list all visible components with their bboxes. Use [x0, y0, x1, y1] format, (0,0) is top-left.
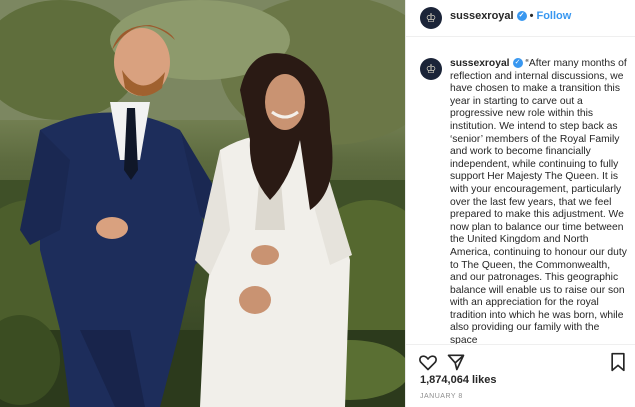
- post-caption: sussexroyal ✓ “After many months of refle…: [450, 58, 628, 348]
- post-header: ♔ sussexroyal ✓ • Follow: [406, 0, 635, 37]
- verified-badge-icon: ✓: [516, 11, 527, 22]
- heart-icon[interactable]: [418, 352, 438, 372]
- likes-count[interactable]: 1,874,064 likes: [420, 374, 496, 386]
- post-photo-illustration: [0, 0, 405, 407]
- verified-badge-icon: ✓: [512, 58, 523, 69]
- header-user-line: sussexroyal ✓ • Follow: [450, 10, 571, 22]
- crown-icon: ♔: [425, 11, 437, 25]
- caption-text: “After many months of reflection and int…: [450, 58, 627, 347]
- profile-avatar[interactable]: ♔: [420, 7, 442, 29]
- post-photo[interactable]: [0, 0, 405, 407]
- separator-dot: •: [529, 10, 534, 22]
- crown-icon: ♔: [425, 62, 437, 76]
- follow-button[interactable]: Follow: [536, 10, 571, 22]
- caption-avatar[interactable]: ♔: [420, 58, 442, 80]
- caption-username-link[interactable]: sussexroyal: [450, 58, 510, 69]
- username-link[interactable]: sussexroyal: [450, 10, 514, 22]
- bookmark-icon[interactable]: [609, 352, 627, 372]
- post-side-panel: ♔ sussexroyal ✓ • Follow ♔ sussexroyal ✓ “Af…: [405, 0, 635, 407]
- instagram-post: ♔ sussexroyal ✓ • Follow ♔ sussexroyal ✓ “Af…: [0, 0, 635, 407]
- post-date: JANUARY 8: [420, 393, 463, 400]
- paper-plane-icon[interactable]: [446, 352, 466, 372]
